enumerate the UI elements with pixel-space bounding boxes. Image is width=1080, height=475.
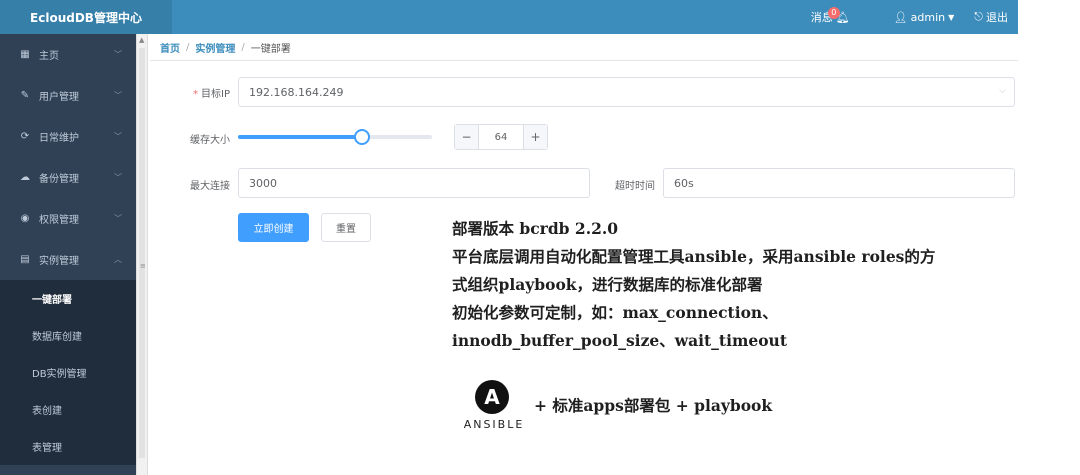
sidebar-subitem-table-create[interactable]: 表创建	[0, 391, 136, 428]
grip-icon[interactable]: ≡	[140, 262, 146, 270]
timeout-input[interactable]: 60s	[663, 168, 1015, 198]
timeout-label: 超时时间	[615, 181, 655, 192]
sidebar-subitem-table-manage[interactable]: 表管理	[0, 428, 136, 465]
max-connections-value: 3000	[249, 176, 277, 190]
sidebar-item-users[interactable]: ✎ 用户管理 ﹀	[0, 75, 136, 116]
sidebar-item-label: 权限管理	[39, 215, 79, 226]
grid-icon: ▦	[20, 49, 30, 60]
messages-badge: 0	[827, 7, 840, 19]
slider-handle[interactable]	[354, 129, 371, 145]
logout-icon: ⎋	[974, 10, 983, 23]
chevron-down-icon: ﹀	[114, 173, 122, 182]
sidebar-item-permissions[interactable]: ◉ 权限管理 ﹀	[0, 198, 136, 239]
timeout-value: 60s	[674, 176, 694, 190]
divider	[150, 60, 1018, 61]
sidebar-item-label: 实例管理	[39, 256, 79, 267]
chevron-down-icon: ﹀	[114, 132, 122, 141]
logout-label: 退出	[986, 11, 1008, 24]
user-icon: 👤︎	[893, 10, 908, 24]
decrement-button[interactable]: −	[455, 125, 479, 149]
breadcrumb-separator: /	[241, 41, 245, 53]
increment-button[interactable]: +	[523, 125, 547, 149]
annotation-text: 部署版本 bcrdb 2.2.0 平台底层调用自动化配置管理工具ansible，…	[452, 215, 935, 355]
messages-button[interactable]: 消息 🔔︎ 0	[801, 0, 880, 34]
sidebar-item-instances[interactable]: ▤ 实例管理 ︿	[0, 239, 136, 280]
caret-down-icon: ▼	[948, 12, 955, 22]
sidebar-item-label: 日常维护	[39, 133, 79, 144]
breadcrumb: 首页 / 实例管理 / 一键部署	[160, 34, 291, 60]
annotation-line: 初始化参数可定制，如：max_connection、	[452, 303, 778, 322]
edit-icon: ✎	[20, 90, 30, 101]
annotation-line: 部署版本 bcrdb 2.2.0	[452, 219, 619, 238]
sidebar-subitem-db-create[interactable]: 数据库创建	[0, 317, 136, 354]
ansible-icon: A	[475, 380, 509, 414]
annotation-footer: + 标准apps部署包 + playbook	[534, 396, 773, 415]
ansible-logo: A ANSIBLE	[455, 380, 533, 436]
breadcrumb-separator: /	[186, 41, 190, 53]
sidebar-item-backup[interactable]: ☁ 备份管理 ﹀	[0, 157, 136, 198]
sidebar-subitem-db-instances[interactable]: DB实例管理	[0, 354, 136, 391]
breadcrumb-section[interactable]: 实例管理	[195, 40, 235, 55]
sidebar-subitem-deploy[interactable]: 一键部署	[0, 280, 136, 317]
document-icon: ▤	[20, 254, 30, 265]
user-menu[interactable]: 👤︎ admin ▼	[884, 0, 965, 34]
annotation-line: 式组织playbook，进行数据库的标准化部署	[452, 275, 763, 294]
refresh-icon: ⟳	[20, 131, 30, 142]
logout-button[interactable]: ⎋ 退出	[964, 0, 1018, 34]
chevron-down-icon: ﹀	[114, 91, 122, 100]
app-title[interactable]: EcloudDB管理中心	[0, 0, 172, 34]
target-ip-select[interactable]: 192.168.164.249 ⌵	[238, 77, 1015, 107]
target-ip-label: * 目标IP	[180, 85, 230, 100]
chevron-up-icon: ︿	[114, 255, 122, 264]
max-connections-input[interactable]: 3000	[238, 168, 590, 198]
cache-size-slider[interactable]	[238, 129, 432, 145]
cache-size-label: 缓存大小	[190, 135, 230, 146]
annotation-line: 平台底层调用自动化配置管理工具ansible，采用ansible roles的方	[452, 247, 936, 266]
sidebar-item-label: 用户管理	[39, 92, 79, 103]
chevron-down-icon: ﹀	[114, 214, 122, 223]
max-connections-label: 最大连接	[190, 181, 230, 192]
create-button[interactable]: 立即创建	[238, 213, 309, 242]
eye-icon: ◉	[20, 213, 30, 224]
target-ip-value: 192.168.164.249	[249, 85, 344, 99]
chevron-down-icon: ⌵	[999, 86, 1006, 96]
chevron-down-icon: ﹀	[114, 50, 122, 59]
scrollbar-thumb[interactable]	[139, 48, 145, 458]
sidebar-scrollbar[interactable]: ▲ ≡	[136, 34, 148, 475]
annotation-line: innodb_buffer_pool_size、wait_timeout	[452, 331, 787, 350]
ansible-wordmark: ANSIBLE	[463, 418, 525, 431]
sidebar: ▦ 主页 ﹀ ✎ 用户管理 ﹀ ⟳ 日常维护 ﹀ ☁ 备份管理 ﹀ ◉ 权限管理…	[0, 34, 136, 475]
cloud-upload-icon: ☁	[20, 172, 30, 183]
stepper-value[interactable]: 64	[479, 125, 523, 149]
breadcrumb-home[interactable]: 首页	[160, 40, 180, 55]
reset-button[interactable]: 重置	[321, 213, 371, 242]
target-ip-label-text: 目标IP	[201, 89, 230, 100]
slider-fill	[238, 135, 363, 139]
user-name: admin	[910, 10, 946, 24]
required-marker: *	[193, 89, 199, 100]
sidebar-item-maintenance[interactable]: ⟳ 日常维护 ﹀	[0, 116, 136, 157]
sidebar-item-home[interactable]: ▦ 主页 ﹀	[0, 34, 136, 75]
sidebar-item-label: 主页	[39, 51, 59, 62]
top-right-actions: 消息 🔔︎ 0 👤︎ admin ▼ ⎋ 退出	[801, 0, 1018, 34]
sidebar-item-label: 备份管理	[39, 174, 79, 185]
scroll-up-icon[interactable]: ▲	[139, 36, 144, 44]
cache-size-stepper: − 64 +	[454, 124, 548, 150]
breadcrumb-current: 一键部署	[250, 43, 291, 55]
top-navbar: EcloudDB管理中心 消息 🔔︎ 0 👤︎ admin ▼ ⎋ 退出	[0, 0, 1018, 34]
